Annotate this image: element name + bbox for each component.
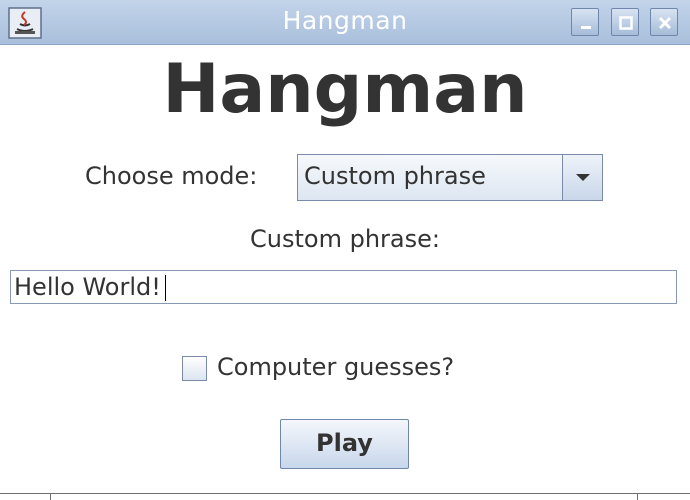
close-icon [658,16,672,30]
bottom-divider-tick [637,493,638,500]
phrase-input[interactable] [10,270,677,304]
phrase-label: Custom phrase: [250,225,440,253]
mode-label: Choose mode: [85,162,258,190]
play-button[interactable]: Play [280,419,409,469]
minimize-button[interactable] [571,8,599,36]
maximize-button[interactable] [611,8,639,36]
chevron-down-icon [576,174,590,181]
bottom-divider [0,493,690,494]
maximize-icon [619,16,633,30]
mode-select-value: Custom phrase [304,162,486,190]
computer-guesses-label[interactable]: Computer guesses? [217,353,454,381]
bottom-divider-tick [50,493,51,500]
hangman-window: Hangman Hangman Choose mode: Custom phra… [0,0,690,500]
close-button[interactable] [650,8,678,36]
mode-select-toggle[interactable] [562,155,602,200]
text-caret [165,275,166,301]
title-bar[interactable]: Hangman [0,0,690,45]
mode-select[interactable]: Custom phrase [297,154,603,201]
page-title: Hangman [162,50,528,129]
minimize-icon [581,26,591,29]
computer-guesses-checkbox[interactable] [182,356,207,381]
